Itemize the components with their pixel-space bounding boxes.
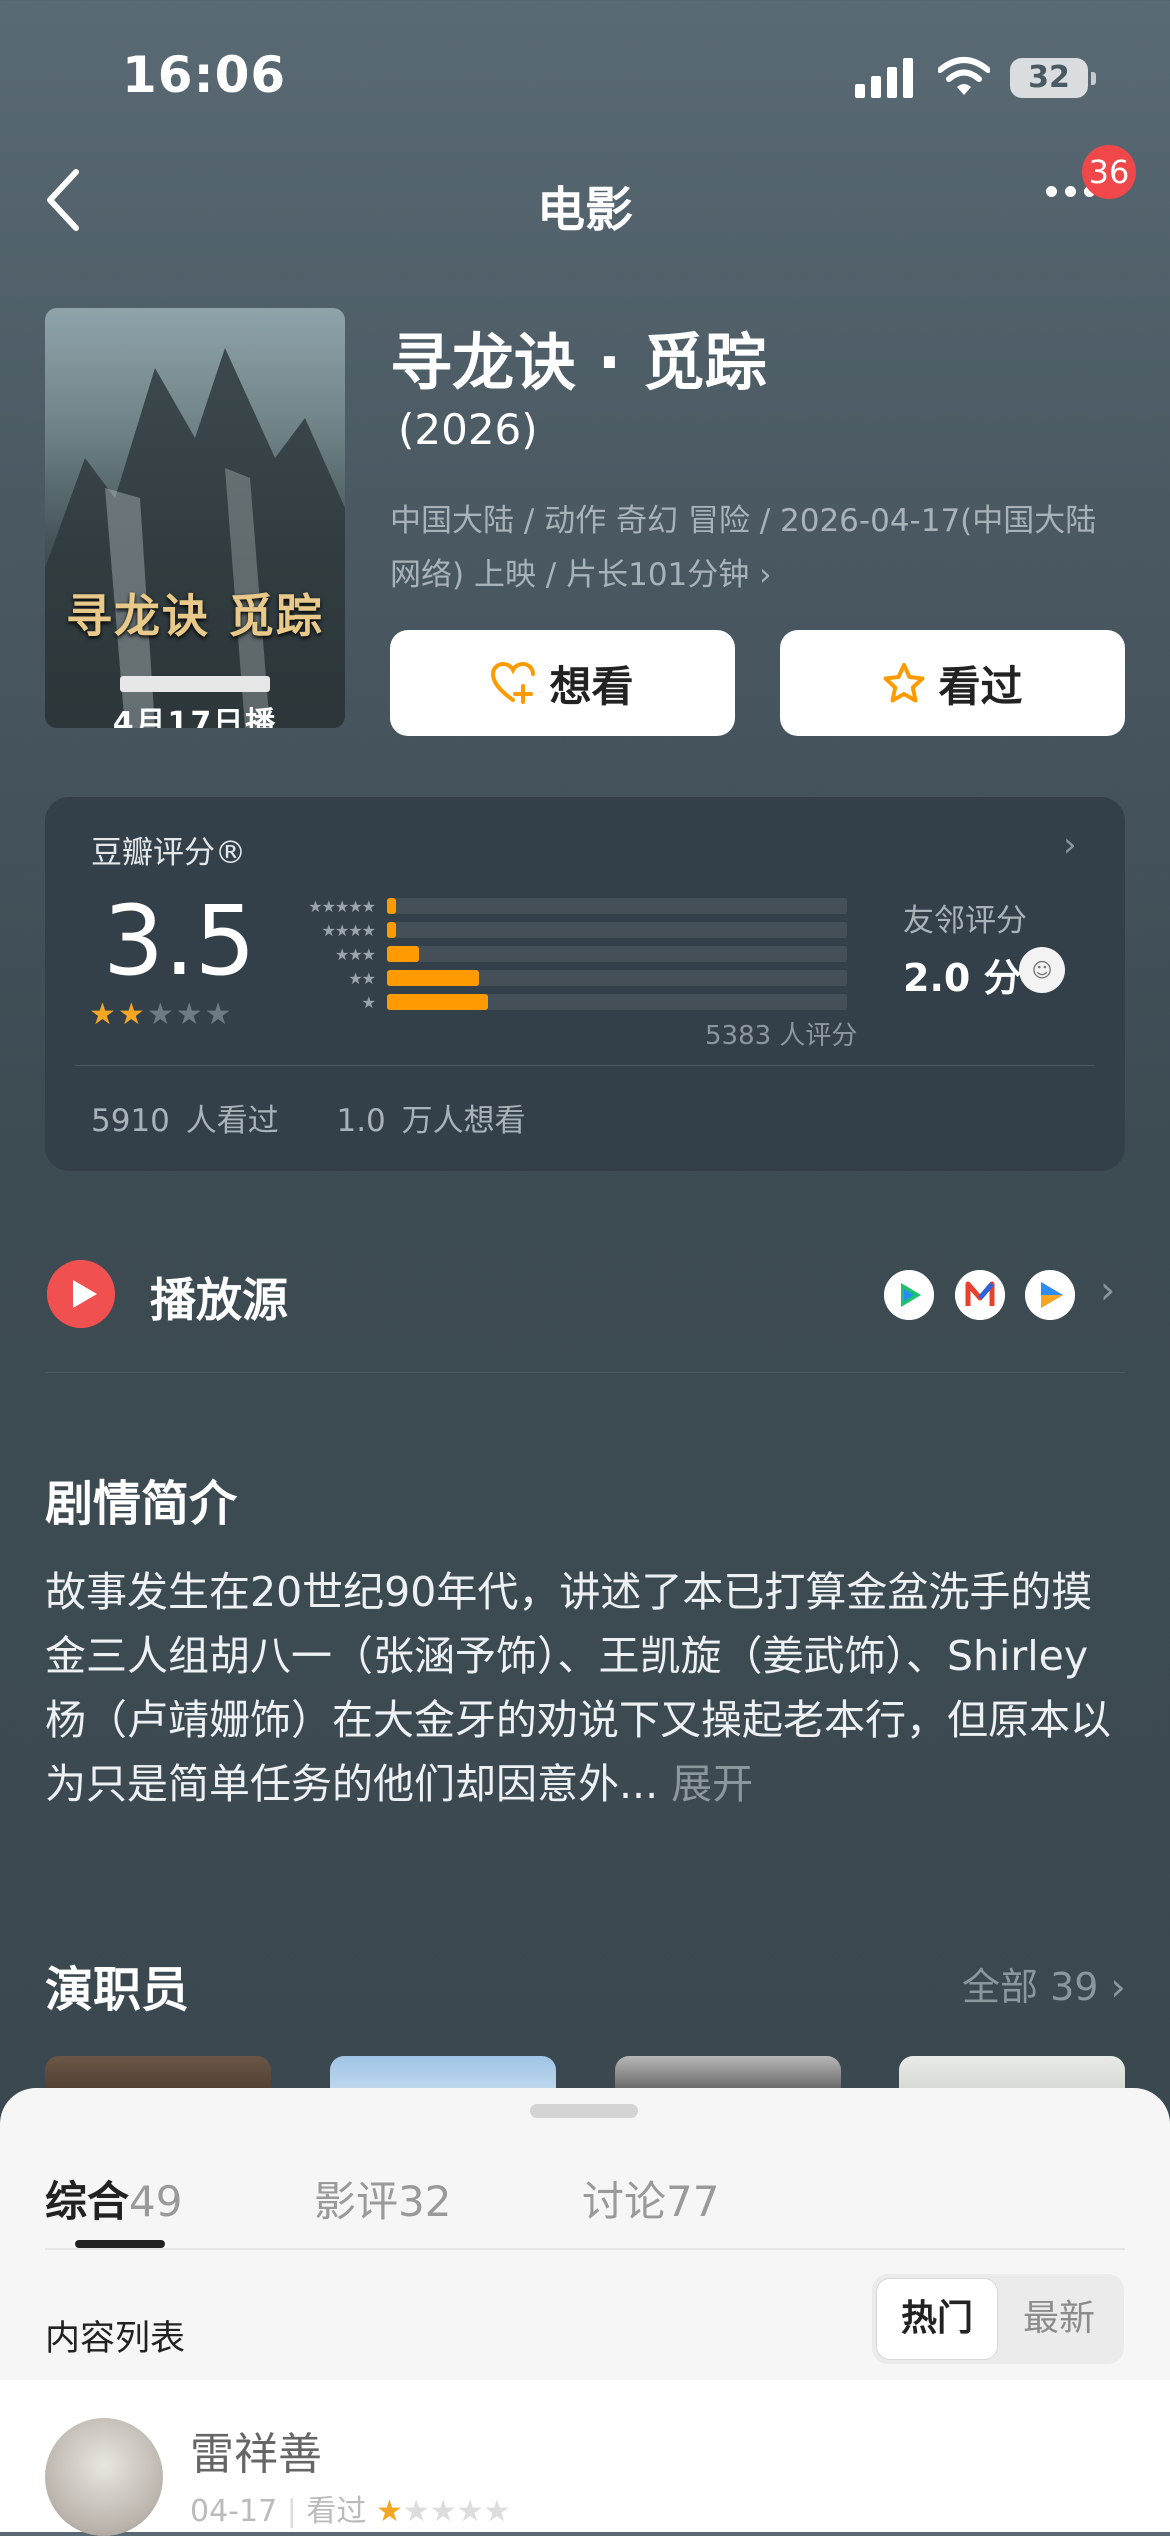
bar-star-label: ★★★★ xyxy=(321,920,376,940)
sort-hot-button[interactable]: 热门 xyxy=(876,2278,998,2360)
star-icon: ★ xyxy=(204,997,234,1032)
divider xyxy=(75,1065,1095,1066)
avatar[interactable] xyxy=(45,2418,163,2536)
battery-icon: 32 xyxy=(1010,58,1096,98)
tab-reviews[interactable]: 影评32 xyxy=(314,2168,451,2229)
youku-icon[interactable] xyxy=(1025,1270,1075,1320)
tab-label: 影评 xyxy=(314,2177,399,2226)
bar-fill xyxy=(387,970,479,986)
rating-bar-row: ★★ xyxy=(275,967,895,989)
play-source-label[interactable]: 播放源 xyxy=(150,1264,288,1330)
star-icon: ★ xyxy=(146,997,176,1032)
star-icon xyxy=(883,663,925,703)
star-icon: ★ xyxy=(89,997,118,1032)
cast-all-link[interactable]: 全部 39 › xyxy=(962,1956,1126,2011)
play-icon xyxy=(47,1260,115,1328)
notification-badge: 36 xyxy=(1082,145,1136,199)
tencent-video-icon[interactable] xyxy=(884,1270,934,1320)
item-meta: 04-17 | 看过 ★★★★★ xyxy=(190,2494,511,2529)
poster-tag xyxy=(120,676,270,692)
bar-track xyxy=(387,994,847,1010)
rating-count: 5383 人评分 xyxy=(705,1021,858,1051)
tab-count: 77 xyxy=(666,2177,720,2226)
tab-discussion[interactable]: 讨论77 xyxy=(582,2168,719,2229)
movie-poster[interactable]: 寻龙诀 觅踪 4月17日播 xyxy=(45,308,345,728)
item-status: 看过 xyxy=(306,2494,367,2529)
synopsis-text: 故事发生在20世纪90年代，讲述了本已打算金盆洗手的摸金三人组胡八一（张涵予饰）… xyxy=(45,1560,1125,1816)
bar-fill xyxy=(387,946,420,962)
bar-fill xyxy=(387,994,489,1010)
signal-icon xyxy=(855,58,913,98)
synopsis-title: 剧情简介 xyxy=(45,1476,238,1532)
tab-count: 49 xyxy=(129,2177,183,2226)
bar-star-label: ★ xyxy=(361,992,376,1012)
movie-title: 寻龙诀 · 觅踪 xyxy=(390,326,767,399)
heart-plus-icon xyxy=(491,662,536,704)
sheet-handle[interactable] xyxy=(530,2104,638,2118)
friend-rating-score: 2.0 分 xyxy=(903,956,1022,1000)
list-item[interactable] xyxy=(0,2380,1170,2532)
expand-link[interactable]: 展开 xyxy=(671,1760,753,1808)
chevron-right-icon: › xyxy=(1063,825,1077,865)
friend-rating-label: 友邻评分 xyxy=(903,903,1027,939)
nav-title: 电影 xyxy=(536,182,633,238)
synopsis-body: 故事发生在20世纪90年代，讲述了本已打算金盆洗手的摸金三人组胡八一（张涵予饰）… xyxy=(45,1568,1111,1808)
movie-year: (2026) xyxy=(398,405,538,454)
tab-indicator xyxy=(75,2240,165,2248)
tab-label: 讨论 xyxy=(582,2177,667,2226)
tab-count: 32 xyxy=(398,2177,452,2226)
star-icon: ★ xyxy=(175,997,205,1032)
seen-label: 看过 xyxy=(938,661,1023,711)
rating-stars: ★★★★★ xyxy=(89,997,234,1032)
chevron-right-icon[interactable]: › xyxy=(1100,1268,1115,1312)
poster-title-art: 寻龙诀 觅踪 xyxy=(65,589,324,643)
rating-card[interactable]: 豆瓣评分® › 3.5 ★★★★★ ★★★★★ ★★★★ ★★★ ★★ ★ 5383 人… xyxy=(45,797,1125,1171)
want-label: 想看 xyxy=(549,661,634,711)
movie-meta[interactable]: 中国大陆 / 动作 奇幻 冒险 / 2026-04-17(中国大陆网络) 上映 … xyxy=(390,494,1110,602)
tab-overview[interactable]: 综合49 xyxy=(45,2168,182,2229)
bar-star-label: ★★ xyxy=(348,968,376,988)
wifi-icon xyxy=(938,57,990,95)
cast-title: 演职员 xyxy=(45,1962,190,2018)
tab-label: 综合 xyxy=(45,2177,130,2226)
rating-distribution: ★★★★★ ★★★★ ★★★ ★★ ★ xyxy=(275,895,895,1015)
bar-fill xyxy=(387,922,397,938)
poster-date-art: 4月17日播 xyxy=(112,706,278,728)
want-button[interactable]: 想看 xyxy=(390,630,735,736)
smiley-icon: ☺ xyxy=(1019,947,1065,993)
bar-fill xyxy=(387,898,397,914)
mango-tv-icon[interactable] xyxy=(955,1270,1005,1320)
seen-button[interactable]: 看过 xyxy=(780,630,1125,736)
rating-label: 豆瓣评分® xyxy=(91,835,246,871)
poster-art xyxy=(45,348,345,728)
bar-track xyxy=(387,946,847,962)
rating-bar-row: ★★★★★ xyxy=(275,895,895,917)
bottom-sheet[interactable]: 综合49 影评32 讨论77 内容列表 热门 最新 雷祥善 04-17 | 看过… xyxy=(0,2088,1170,2536)
rating-score: 3.5 xyxy=(103,885,256,997)
rating-stats: 5910 人看过 1.0 万人想看 xyxy=(91,1095,526,1140)
item-date: 04-17 xyxy=(190,2494,278,2529)
bar-track xyxy=(387,922,847,938)
bar-star-label: ★★★★★ xyxy=(308,896,376,916)
bar-star-label: ★★★ xyxy=(334,944,376,964)
content-list-label: 内容列表 xyxy=(45,2319,186,2359)
bar-track xyxy=(387,898,847,914)
rating-bar-row: ★★★ xyxy=(275,943,895,965)
item-author[interactable]: 雷祥善 xyxy=(190,2418,322,2482)
status-time: 16:06 xyxy=(122,46,287,104)
star-icon: ★ xyxy=(117,997,147,1032)
rating-bar-row: ★ xyxy=(275,991,895,1013)
watched-count: 5910 人看过 xyxy=(91,1103,279,1139)
sort-new-button[interactable]: 最新 xyxy=(998,2278,1120,2360)
bar-track xyxy=(387,970,847,986)
divider xyxy=(45,1372,1125,1373)
divider xyxy=(45,2248,1125,2250)
sort-toggle[interactable]: 热门 最新 xyxy=(872,2274,1124,2364)
wish-count: 1.0 万人想看 xyxy=(336,1103,526,1139)
rating-bar-row: ★★★★ xyxy=(275,919,895,941)
